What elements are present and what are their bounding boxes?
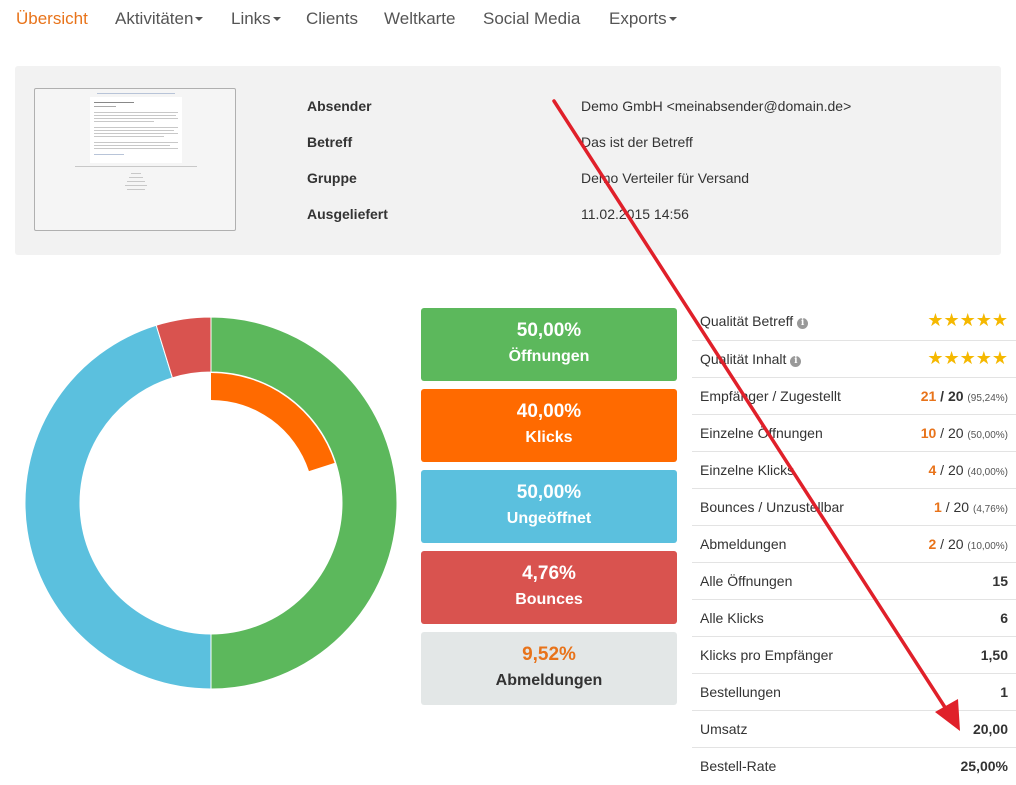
- detail-label-group: Gruppe: [307, 170, 357, 186]
- caret-down-icon: [195, 16, 204, 21]
- nav-item-social-media[interactable]: Social Media: [483, 9, 580, 29]
- detail-value-subject: Das ist der Betreff: [581, 134, 693, 150]
- metric-value: 20,00: [972, 721, 1008, 737]
- metric-row-unsubscribes: Abmeldungen 2 / 20 (10,00%): [692, 525, 1016, 562]
- donut-segment-ungeöffnet[interactable]: [24, 324, 212, 690]
- detail-value-sender: Demo GmbH <meinabsender@domain.de>: [581, 98, 852, 114]
- metric-row-order-rate: Bestell-Rate 25,00%: [692, 747, 1016, 784]
- metric-count: 4: [928, 462, 937, 478]
- stat-label: Klicks: [525, 429, 573, 446]
- metric-label: Einzelne Klicks: [700, 462, 795, 478]
- nav-item-weltkarte[interactable]: Weltkarte: [384, 9, 456, 29]
- caret-down-icon: [668, 16, 677, 21]
- nav-item-links[interactable]: Links: [231, 9, 281, 29]
- metric-row-unique-opens: Einzelne Öffnungen 10 / 20 (50,00%): [692, 414, 1016, 451]
- metric-count: 2: [928, 536, 937, 552]
- metric-value: 1,50: [980, 647, 1008, 663]
- stat-value: 9,52%: [522, 644, 576, 665]
- metric-value: 1: [1000, 684, 1008, 700]
- metric-label: Umsatz: [700, 721, 748, 737]
- metric-count: 1: [934, 499, 942, 515]
- metric-label: Alle Klicks: [700, 610, 764, 626]
- metric-value: 25,00%: [960, 758, 1008, 774]
- metric-row-content-quality: Qualität Inhalt i ★★★★★: [692, 340, 1016, 377]
- metric-label: Bestell-Rate: [700, 758, 777, 774]
- metric-total: / 20: [945, 499, 970, 515]
- metric-row-revenue: Umsatz 20,00: [692, 710, 1016, 747]
- metric-count: 21: [920, 388, 937, 404]
- detail-label-subject: Betreff: [307, 134, 353, 150]
- metric-label: Qualität Betreff: [700, 313, 794, 329]
- stat-value: 4,76%: [522, 563, 576, 584]
- metric-label: Bestellungen: [700, 684, 781, 700]
- metric-percent: (4,76%): [972, 504, 1008, 515]
- metric-percent: (10,00%): [967, 541, 1008, 552]
- mailing-info-panel: Absender Demo GmbH <meinabsender@domain.…: [15, 66, 1001, 255]
- nav-item-aktivitaeten[interactable]: Aktivitäten: [115, 9, 204, 29]
- metric-value: 6: [1000, 610, 1008, 626]
- stat-label: Ungeöffnet: [506, 510, 592, 527]
- preview-page: [90, 97, 182, 163]
- metric-row-orders: Bestellungen 1: [692, 673, 1016, 710]
- metric-total: / 20: [940, 462, 964, 478]
- metric-total: / 20: [940, 388, 964, 404]
- stat-label: Abmeldungen: [495, 672, 603, 689]
- metric-percent: (95,24%): [967, 393, 1008, 404]
- metric-label: Alle Öffnungen: [700, 573, 793, 589]
- metric-label: Einzelne Öffnungen: [700, 425, 823, 441]
- metric-value: 15: [992, 573, 1008, 589]
- star-rating: ★★★★★: [927, 310, 1008, 331]
- metric-label: Empfänger / Zugestellt: [700, 388, 841, 404]
- opens-donut-chart: [24, 316, 398, 690]
- stat-label: Bounces: [515, 591, 583, 608]
- outer-ring: [24, 316, 398, 690]
- metric-label: Qualität Inhalt: [700, 351, 787, 367]
- stat-value: 50,00%: [516, 482, 582, 503]
- detail-value-group: Demo Verteiler für Versand: [581, 170, 750, 186]
- main-nav: Übersicht Aktivitäten Links Clients Welt…: [0, 0, 1016, 40]
- stat-card-unopened: 50,00% Ungeöffnet: [421, 470, 677, 543]
- metric-percent: (50,00%): [967, 430, 1008, 441]
- nav-item-uebersicht[interactable]: Übersicht: [16, 9, 88, 29]
- detail-label-sender: Absender: [307, 98, 372, 114]
- metric-percent: (40,00%): [967, 467, 1008, 478]
- info-icon[interactable]: i: [790, 356, 802, 367]
- metric-label: Bounces / Unzustellbar: [700, 499, 844, 515]
- nav-item-clients[interactable]: Clients: [306, 9, 358, 29]
- caret-down-icon: [272, 16, 281, 21]
- metric-row-recipients: Empfänger / Zugestellt 21 / 20 (95,24%): [692, 377, 1016, 414]
- metric-total: / 20: [940, 536, 964, 552]
- stat-card-clicks: 40,00% Klicks: [421, 389, 677, 462]
- metric-row-all-opens: Alle Öffnungen 15: [692, 562, 1016, 599]
- stat-card-opens: 50,00% Öffnungen: [421, 308, 677, 381]
- info-icon[interactable]: i: [797, 318, 809, 329]
- detail-label-delivered: Ausgeliefert: [307, 206, 388, 222]
- metric-row-bounces: Bounces / Unzustellbar 1 / 20 (4,76%): [692, 488, 1016, 525]
- stat-value: 40,00%: [516, 401, 582, 422]
- stat-card-bounces: 4,76% Bounces: [421, 551, 677, 624]
- newsletter-preview-thumbnail[interactable]: [34, 88, 236, 231]
- metric-row-all-clicks: Alle Klicks 6: [692, 599, 1016, 636]
- nav-item-exports[interactable]: Exports: [609, 9, 677, 29]
- metric-count: 10: [920, 425, 937, 441]
- metric-row-clicks-per-recipient: Klicks pro Empfänger 1,50: [692, 636, 1016, 673]
- metric-label: Klicks pro Empfänger: [700, 647, 834, 663]
- stat-label: Öffnungen: [508, 348, 590, 365]
- metric-label: Abmeldungen: [700, 536, 787, 552]
- metric-row-subject-quality: Qualität Betreff i ★★★★★: [692, 303, 1016, 340]
- metric-total: / 20: [940, 425, 964, 441]
- stat-value: 50,00%: [516, 320, 582, 341]
- star-rating: ★★★★★: [927, 348, 1008, 369]
- detail-value-delivered: 11.02.2015 14:56: [581, 206, 689, 222]
- stat-card-unsubscribes: 9,52% Abmeldungen: [421, 632, 677, 705]
- metric-row-unique-clicks: Einzelne Klicks 4 / 20 (40,00%): [692, 451, 1016, 488]
- donut-segment-öffnungen[interactable]: [210, 316, 398, 690]
